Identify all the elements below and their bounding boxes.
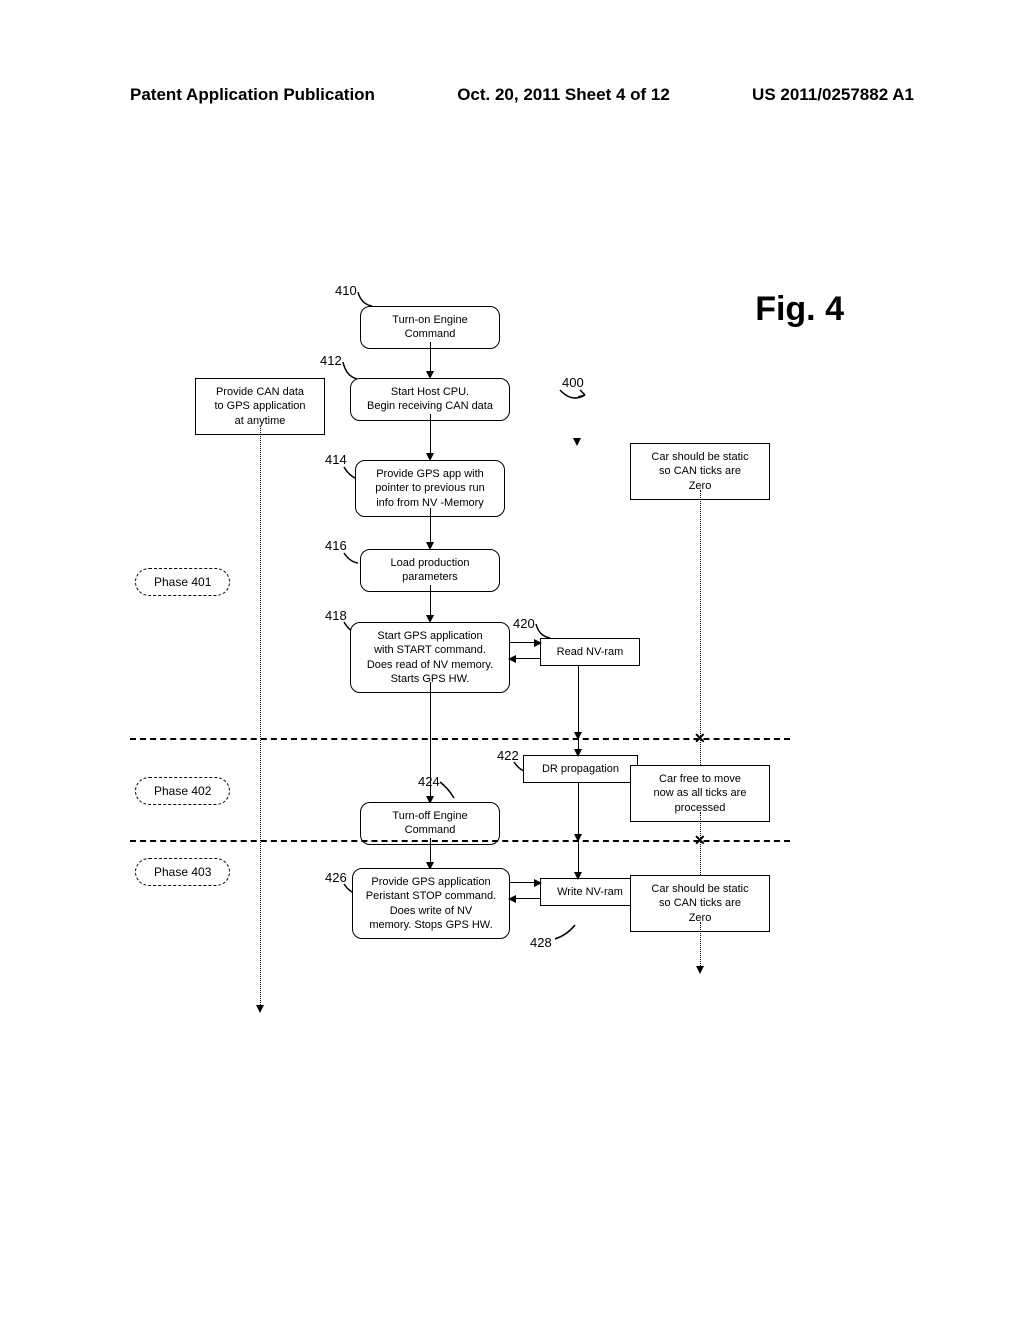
note1-timeline <box>700 490 701 738</box>
note3-top <box>700 840 701 875</box>
arrow-414-416 <box>430 508 431 548</box>
label-418: 418 <box>325 608 347 623</box>
label-412: 412 <box>320 353 342 368</box>
arrow-420-418 <box>510 658 540 659</box>
label-414: 414 <box>325 452 347 467</box>
label-416: 416 <box>325 538 347 553</box>
arrow-into-422 <box>578 738 579 755</box>
phase-401: Phase 401 <box>135 568 230 596</box>
label-424: 424 <box>418 774 440 789</box>
note3-bot <box>700 922 701 972</box>
label-410: 410 <box>335 283 357 298</box>
box-stop-gps-app: Provide GPS applicationPeristant STOP co… <box>352 868 510 939</box>
box-read-nvram: Read NV-ram <box>540 638 640 666</box>
box-write-nvram: Write NV-ram <box>540 878 640 906</box>
phase-402: Phase 402 <box>135 777 230 805</box>
arrow-410-412 <box>430 342 431 377</box>
header-center: Oct. 20, 2011 Sheet 4 of 12 <box>457 85 670 105</box>
box-dr-propagation: DR propagation <box>523 755 638 783</box>
arrow-424-426 <box>430 838 431 868</box>
label-422: 422 <box>497 748 519 763</box>
label-420: 420 <box>513 616 535 631</box>
figure-title: Fig. 4 <box>755 290 844 329</box>
ref-400-arrow <box>560 385 590 410</box>
arrow-428-426 <box>510 898 540 899</box>
label-426: 426 <box>325 870 347 885</box>
lead-428 <box>555 925 577 943</box>
lead-416 <box>344 553 360 567</box>
can-timeline <box>260 426 261 1011</box>
header-left: Patent Application Publication <box>130 85 375 105</box>
arrow-422-down <box>578 782 579 840</box>
phase-403: Phase 403 <box>135 858 230 886</box>
label-428: 428 <box>530 935 552 950</box>
phase-divider-1 <box>130 738 790 740</box>
arrow-422-428 <box>578 840 579 878</box>
arrow-416-418 <box>430 585 431 621</box>
arrow-426-428 <box>510 882 540 883</box>
page-header: Patent Application Publication Oct. 20, … <box>0 85 1024 105</box>
lead-424 <box>440 782 456 798</box>
arrow-420-422 <box>578 666 579 738</box>
phase-divider-2 <box>130 840 790 842</box>
arrow-412-414 <box>430 414 431 459</box>
note2-top <box>700 738 701 765</box>
header-right: US 2011/0257882 A1 <box>752 85 914 105</box>
arrow-418-420 <box>510 642 540 643</box>
